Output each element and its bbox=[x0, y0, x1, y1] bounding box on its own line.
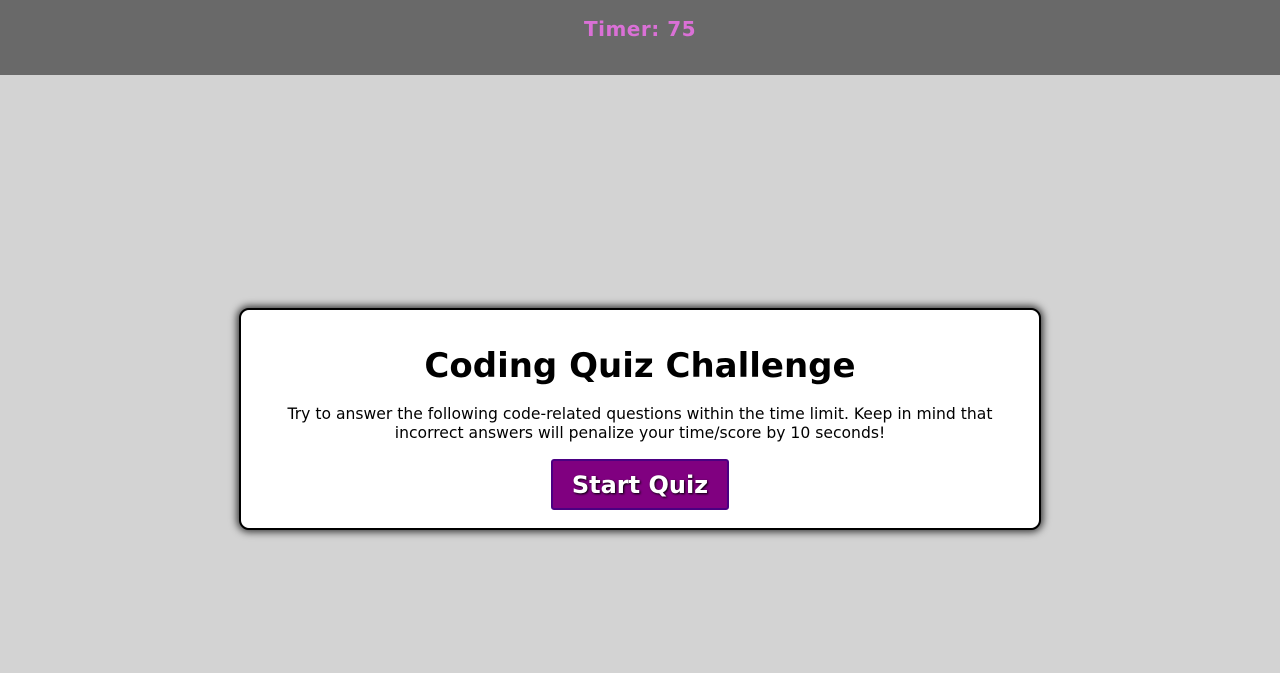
quiz-title: Coding Quiz Challenge bbox=[424, 346, 856, 386]
top-header: Timer: 75 bbox=[0, 0, 1280, 75]
intro-card: Coding Quiz Challenge Try to answer the … bbox=[239, 308, 1041, 530]
start-quiz-button[interactable]: Start Quiz bbox=[551, 459, 729, 510]
timer-display: Timer: 75 bbox=[583, 17, 697, 41]
quiz-instructions: Try to answer the following code-related… bbox=[287, 405, 993, 442]
